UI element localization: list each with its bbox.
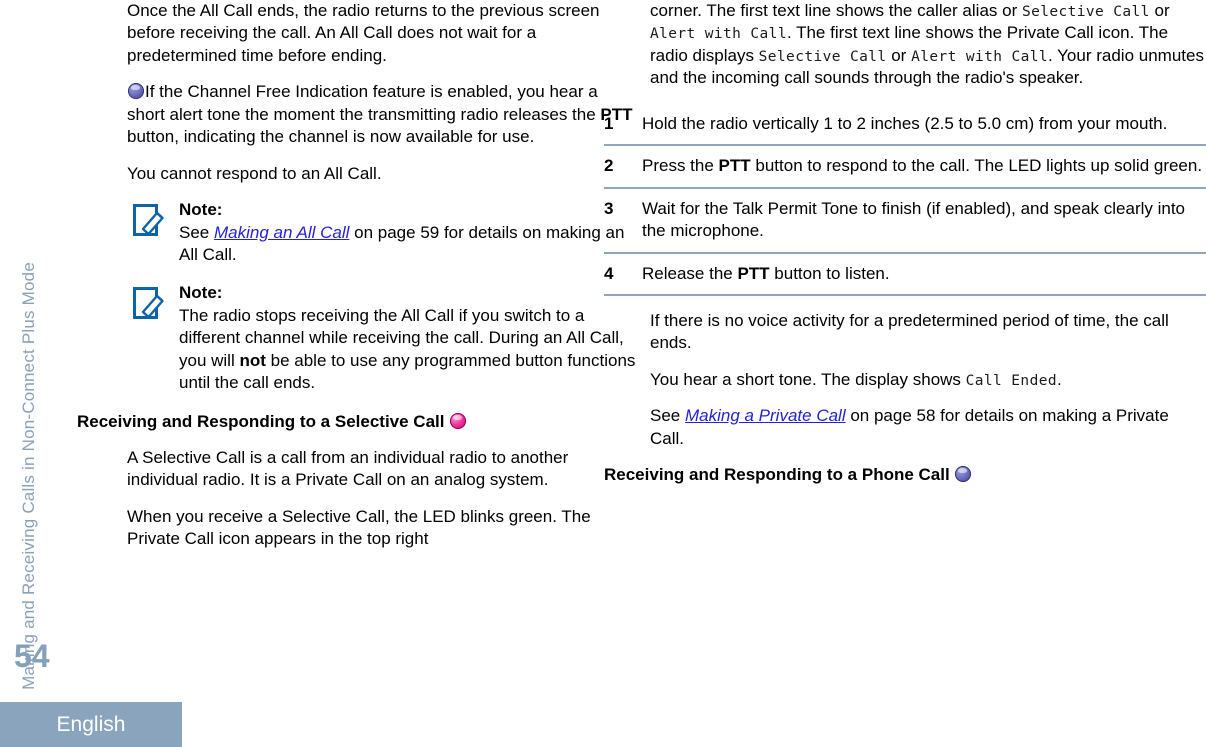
table-row: 2 Press the PTT button to respond to the… — [604, 144, 1206, 188]
table-row: 4 Release the PTT button to listen. — [604, 251, 1206, 295]
note-title: Note: — [179, 283, 223, 303]
selective-call-badge-icon — [450, 412, 467, 429]
paragraph-selective-call-led: When you receive a Selective Call, the L… — [127, 506, 591, 548]
para-part-before: See — [650, 406, 685, 426]
xref-making-an-all-call[interactable]: Making an All Call — [214, 223, 349, 242]
step-number: 4 — [604, 251, 642, 295]
paragraph-channel-free-text-after: button, indicating the channel is now av… — [127, 127, 535, 147]
section-heading-selective-call: Receiving and Responding to a Selective … — [77, 411, 639, 433]
paragraph-all-call-ends: Once the All Call ends, the radio return… — [127, 1, 600, 65]
note-body: Note: See Making an All Call on page 59 … — [179, 199, 639, 266]
procedure-steps-table: 1 Hold the radio vertically 1 to 2 inche… — [604, 104, 1206, 296]
step-number: 1 — [604, 113, 614, 133]
step-text: Press the PTT button to respond to the c… — [642, 144, 1206, 188]
display-text-selective-call-1: Selective Call — [1021, 4, 1150, 20]
procedure-steps-wrapper: 1 Hold the radio vertically 1 to 2 inche… — [604, 104, 1206, 296]
paragraph-see-making-private-call: See Making a Private Call on page 58 for… — [650, 405, 1206, 450]
table-row: 1 Hold the radio vertically 1 to 2 inche… — [604, 104, 1206, 145]
xref-making-a-private-call[interactable]: Making a Private Call — [685, 406, 846, 425]
para-part-before: You hear a short tone. The display shows — [650, 369, 966, 389]
note-title: Note: — [179, 200, 223, 220]
step-text-before: Hold the radio vertically 1 to 2 inches … — [642, 113, 1168, 133]
paragraph-channel-free-indication: If the Channel Free Indication feature i… — [127, 81, 639, 148]
step-number: 3 — [604, 186, 642, 253]
section-heading-phone-call: Receiving and Responding to a Phone Call — [604, 464, 1206, 486]
display-text-alert-with-call-1: Alert with Call — [650, 26, 787, 43]
step-text: Hold the radio vertically 1 to 2 inches … — [642, 104, 1206, 145]
note-text-before: See — [179, 222, 214, 242]
note-pencil-icon — [133, 282, 179, 394]
chapter-label-text: Making and Receiving Calls in Non-Connec… — [19, 262, 38, 690]
channel-free-badge-icon — [128, 83, 144, 100]
step-text-after: button to listen. — [769, 263, 890, 283]
note-block-stops-receiving: Note: The radio stops receiving the All … — [127, 282, 639, 394]
page-number: 54 — [14, 638, 50, 674]
para-part-a: corner. The first text line shows the ca… — [650, 1, 1022, 20]
chapter-label: Making and Receiving Calls in Non-Connec… — [0, 0, 58, 690]
language-tab: English — [0, 702, 182, 747]
note-pencil-icon — [133, 199, 179, 266]
language-tab-label: English — [56, 712, 126, 736]
paragraph-short-tone-call-ended: You hear a short tone. The display shows… — [650, 369, 1206, 391]
para-part-b: or — [1149, 1, 1170, 20]
paragraph-channel-free-text-before: If the Channel Free Indication feature i… — [127, 82, 601, 124]
note-emphasis-not: not — [239, 350, 266, 370]
paragraph-no-voice-activity: If there is no voice activity for a pred… — [650, 310, 1169, 353]
note-body: Note: The radio stops receiving the All … — [179, 282, 639, 394]
section-heading-text: Receiving and Responding to a Phone Call — [604, 465, 950, 485]
left-text-column: Once the All Call ends, the radio return… — [77, 0, 639, 564]
para-part-d: or — [886, 45, 912, 65]
paragraph-cannot-respond: You cannot respond to an All Call. — [127, 163, 382, 183]
step-number: 2 — [604, 144, 642, 188]
step-text: Release the PTT button to listen. — [642, 251, 1206, 295]
table-row: 3 Wait for the Talk Permit Tone to finis… — [604, 186, 1206, 253]
step-text-before: Release the — [642, 263, 738, 283]
phone-call-badge-icon — [955, 466, 972, 483]
section-heading-text: Receiving and Responding to a Selective … — [77, 411, 445, 431]
display-text-call-ended: Call Ended — [965, 372, 1057, 389]
note-block-making-all-call: Note: See Making an All Call on page 59 … — [127, 199, 639, 266]
paragraph-selective-call-definition: A Selective Call is a call from an indiv… — [127, 447, 569, 490]
step-text-bold: PTT — [718, 156, 751, 176]
para-part-after: . — [1056, 369, 1062, 389]
step-text-before: Press the — [642, 156, 719, 176]
right-text-column: corner. The first text line shows the ca… — [604, 0, 1206, 500]
display-text-alert-with-call-2: Alert with Call — [911, 48, 1049, 65]
paragraph-caller-alias-display: corner. The first text line shows the ca… — [650, 0, 1206, 90]
step-text-bold: PTT — [737, 263, 770, 283]
step-text-after: button to respond to the call. The LED l… — [750, 156, 1203, 176]
display-text-selective-call-2: Selective Call — [758, 48, 887, 65]
step-text: Wait for the Talk Permit Tone to finish … — [642, 186, 1206, 253]
step-text-before: Wait for the Talk Permit Tone to finish … — [642, 198, 1186, 241]
